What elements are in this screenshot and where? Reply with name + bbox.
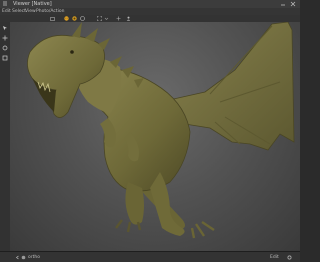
camera-mode-icon[interactable] [21, 255, 26, 260]
camera-icon[interactable] [50, 16, 55, 21]
material-icon[interactable] [72, 16, 77, 21]
frame-icon[interactable] [97, 16, 102, 21]
select-icon[interactable] [2, 25, 8, 31]
settings-icon[interactable] [287, 255, 292, 260]
chevron-left-icon[interactable] [15, 255, 20, 260]
status-bar: ortho Edit [0, 251, 300, 262]
dragon-sculpt-render [27, 22, 295, 239]
menu-view[interactable]: View [25, 8, 36, 15]
rotate-icon[interactable] [2, 45, 8, 51]
mode-label[interactable]: Edit [270, 252, 279, 262]
minimize-icon[interactable] [280, 1, 286, 7]
render-icon[interactable] [80, 16, 85, 21]
menu-edit[interactable]: Edit [2, 8, 11, 15]
user-icon[interactable] [126, 16, 131, 21]
window-title: Viewer [Native] [13, 1, 52, 7]
light-icon[interactable] [64, 16, 69, 21]
chevron-down-icon[interactable] [104, 16, 109, 21]
menu-select[interactable]: Select [12, 8, 26, 15]
move-icon[interactable] [2, 35, 8, 41]
3d-viewport[interactable] [10, 22, 300, 251]
viewer-window: Viewer [Native] Edit Select View Photo/A… [0, 0, 300, 262]
grid-icon[interactable] [116, 16, 121, 21]
menu-photo-action[interactable]: Photo/Action [36, 8, 64, 15]
app-icon [3, 1, 7, 6]
view-mode-label: ortho [28, 255, 40, 260]
close-icon[interactable] [290, 1, 296, 7]
scale-icon[interactable] [2, 55, 8, 61]
